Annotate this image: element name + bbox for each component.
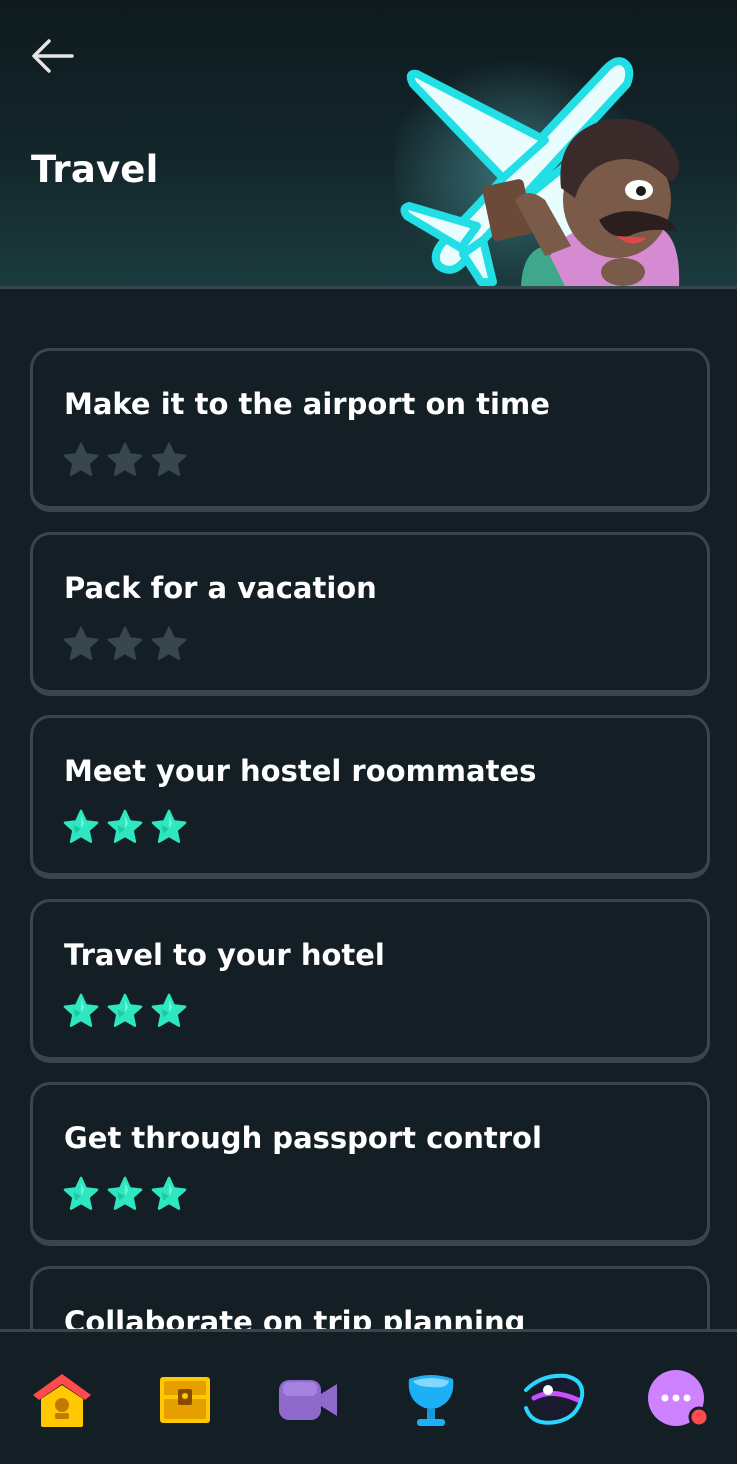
star-filled-icon [107,993,143,1027]
airplane-character-illustration [395,57,680,286]
lesson-list: Make it to the airport on time Pack for … [30,348,710,1329]
lesson-card[interactable]: Meet your hostel roommates [30,715,710,879]
star-empty-icon [107,442,143,476]
nav-chest[interactable] [153,1368,217,1432]
max-planet-icon [524,1373,585,1425]
star-filled-icon [63,1176,99,1210]
star-filled-icon [63,809,99,843]
star-filled-icon [107,1176,143,1210]
star-filled-icon [63,993,99,1027]
lesson-title: Make it to the airport on time [64,387,550,421]
lesson-title: Pack for a vacation [64,571,377,605]
star-filled-icon [151,809,187,843]
star-filled-icon [107,809,143,843]
lesson-title: Travel to your hotel [64,938,385,972]
star-empty-icon [151,626,187,660]
star-empty-icon [151,442,187,476]
lesson-title: Collaborate on trip planning [64,1305,526,1329]
video-call-icon [279,1380,337,1420]
page-title: Travel [31,148,159,191]
star-filled-icon [151,1176,187,1210]
lesson-stars [62,1175,188,1213]
star-empty-icon [107,626,143,660]
star-filled-icon [151,993,187,1027]
star-empty-icon [63,626,99,660]
trophy-icon [408,1375,454,1426]
arrow-left-icon [32,39,74,73]
notification-dot [688,1406,710,1428]
nav-video-call[interactable] [276,1368,340,1432]
lesson-card[interactable]: Pack for a vacation [30,532,710,696]
lesson-card[interactable]: Make it to the airport on time [30,348,710,512]
lesson-stars [62,625,188,663]
home-icon [33,1374,91,1427]
nav-more[interactable] [646,1368,710,1432]
lesson-stars [62,441,188,479]
more-icon [648,1370,710,1428]
lesson-card[interactable]: Travel to your hotel [30,899,710,1063]
lesson-card[interactable]: Get through passport control [30,1082,710,1246]
lesson-title: Meet your hostel roommates [64,754,537,788]
lesson-stars [62,808,188,846]
star-empty-icon [63,442,99,476]
bottom-nav [0,1329,740,1464]
nav-max[interactable] [522,1368,586,1432]
lesson-card[interactable]: Collaborate on trip planning [30,1266,710,1329]
header: Travel [0,0,740,289]
lesson-title: Get through passport control [64,1121,542,1155]
treasure-chest-icon [160,1377,210,1423]
nav-home[interactable] [30,1368,94,1432]
back-button[interactable] [22,28,82,84]
nav-leaderboard[interactable] [399,1368,463,1432]
lesson-stars [62,992,188,1030]
